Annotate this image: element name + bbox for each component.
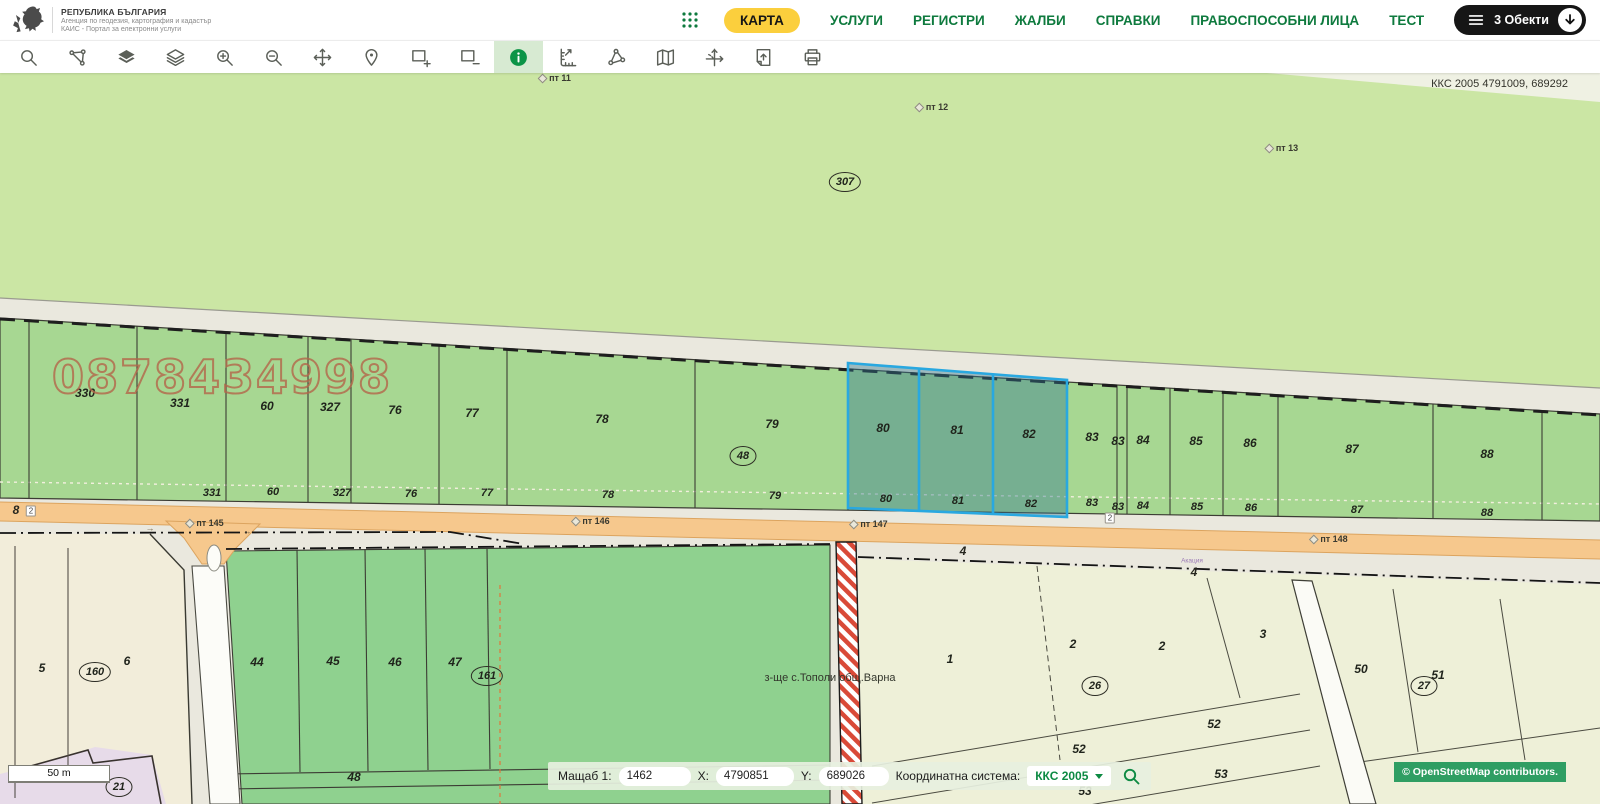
tool-export[interactable] [739, 41, 788, 73]
info-icon [508, 47, 529, 68]
scale-label: Мащаб 1: [558, 769, 612, 783]
location-pin-icon [361, 47, 382, 68]
tool-pan[interactable] [298, 41, 347, 73]
download-objects-icon[interactable] [1558, 8, 1582, 32]
nav-pravosposobni-lica[interactable]: ПРАВОСПОСОБНИ ЛИЦА [1190, 13, 1359, 28]
logo-title: РЕПУБЛИКА БЪЛГАРИЯ [61, 7, 211, 17]
terrain-layer [0, 72, 1600, 804]
selection-highlight[interactable] [848, 363, 1067, 517]
logo-portal: КАИС - Портал за електронни услуги [61, 26, 211, 33]
export-icon [753, 47, 774, 68]
zoom-in-icon [214, 47, 235, 68]
objects-count-label: 3 Обекти [1494, 13, 1549, 27]
nav-uslugi[interactable]: УСЛУГИ [830, 13, 883, 28]
osm-attribution[interactable]: © OpenStreetMap contributors. [1394, 762, 1566, 782]
tool-location-pin[interactable] [347, 41, 396, 73]
search-icon [18, 47, 39, 68]
tool-zoom-in[interactable] [200, 41, 249, 73]
tool-print[interactable] [788, 41, 837, 73]
tool-map-sheets[interactable] [641, 41, 690, 73]
crs-value: ККС 2005 [1035, 769, 1088, 783]
layers-icon [165, 47, 186, 68]
apps-grid-icon[interactable] [680, 10, 700, 30]
zoom-window-out-icon [459, 47, 480, 68]
chevron-down-icon [1095, 774, 1103, 779]
tool-measure[interactable] [543, 41, 592, 73]
nav-zhalbi[interactable]: ЖАЛБИ [1015, 13, 1066, 28]
logo-divider [52, 7, 53, 33]
x-label: X: [698, 769, 709, 783]
objects-button[interactable]: 3 Обекти [1454, 5, 1586, 35]
snap-icon [67, 47, 88, 68]
watermark: 0878434998 [52, 350, 392, 404]
tool-zoom-out[interactable] [249, 41, 298, 73]
tool-info[interactable] [494, 41, 543, 73]
logo-subtitle: Агенция по геодезия, картография и кадас… [61, 18, 211, 25]
measure-icon [557, 47, 578, 68]
land-area-label: з-ще с.Тополи общ.Варна [764, 672, 895, 684]
status-bar: Мащаб 1: X: Y: Координатна система: ККС … [548, 762, 1151, 790]
tool-search[interactable] [4, 41, 53, 73]
nav-test[interactable]: ТЕСТ [1389, 13, 1424, 28]
y-label: Y: [801, 769, 812, 783]
header: РЕПУБЛИКА БЪЛГАРИЯ Агенция по геодезия, … [0, 0, 1600, 40]
statusbar-search-icon[interactable] [1122, 767, 1141, 786]
logo-text: РЕПУБЛИКА БЪЛГАРИЯ Агенция по геодезия, … [61, 7, 211, 33]
tool-layers[interactable] [151, 41, 200, 73]
layers-filled-icon [116, 47, 137, 68]
kais-app: РЕПУБЛИКА БЪЛГАРИЯ Агенция по геодезия, … [0, 0, 1600, 804]
coat-of-arms-logo [10, 3, 44, 37]
tool-zoom-window-out[interactable] [445, 41, 494, 73]
tool-layers-filled[interactable] [102, 41, 151, 73]
scale-bar: 50 m [8, 765, 110, 783]
x-coordinate-input[interactable] [716, 767, 794, 786]
map-canvas[interactable]: 3303316032776777879808182838384858687885… [0, 72, 1600, 804]
tool-snap[interactable] [53, 41, 102, 73]
zoom-out-icon [263, 47, 284, 68]
menu-icon [1467, 11, 1485, 29]
tool-zoom-window-in[interactable] [396, 41, 445, 73]
tool-topology[interactable] [592, 41, 641, 73]
scale-input[interactable] [619, 767, 691, 786]
axes-icon [704, 47, 725, 68]
crs-select[interactable]: ККС 2005 [1027, 766, 1111, 786]
crs-label: Координатна система: [896, 769, 1021, 783]
nav-registri[interactable]: РЕГИСТРИ [913, 13, 985, 28]
pan-icon [312, 47, 333, 68]
topology-icon [606, 47, 627, 68]
map-toolbar [0, 40, 1600, 73]
tool-axes[interactable] [690, 41, 739, 73]
zoom-window-in-icon [410, 47, 431, 68]
y-coordinate-input[interactable] [819, 767, 889, 786]
map-sheets-icon [655, 47, 676, 68]
nav-karta[interactable]: КАРТА [724, 8, 800, 33]
print-icon [802, 47, 823, 68]
coordinate-readout: ККС 2005 4791009, 689292 [1431, 78, 1568, 90]
nav-spravki[interactable]: СПРАВКИ [1096, 13, 1161, 28]
nav-items: КАРТА УСЛУГИ РЕГИСТРИ ЖАЛБИ СПРАВКИ ПРАВОСПОС… [724, 8, 1424, 33]
main-nav: КАРТА УСЛУГИ РЕГИСТРИ ЖАЛБИ СПРАВКИ ПРАВОСПОС… [680, 5, 1586, 35]
logo[interactable]: РЕПУБЛИКА БЪЛГАРИЯ Агенция по геодезия, … [10, 3, 211, 37]
